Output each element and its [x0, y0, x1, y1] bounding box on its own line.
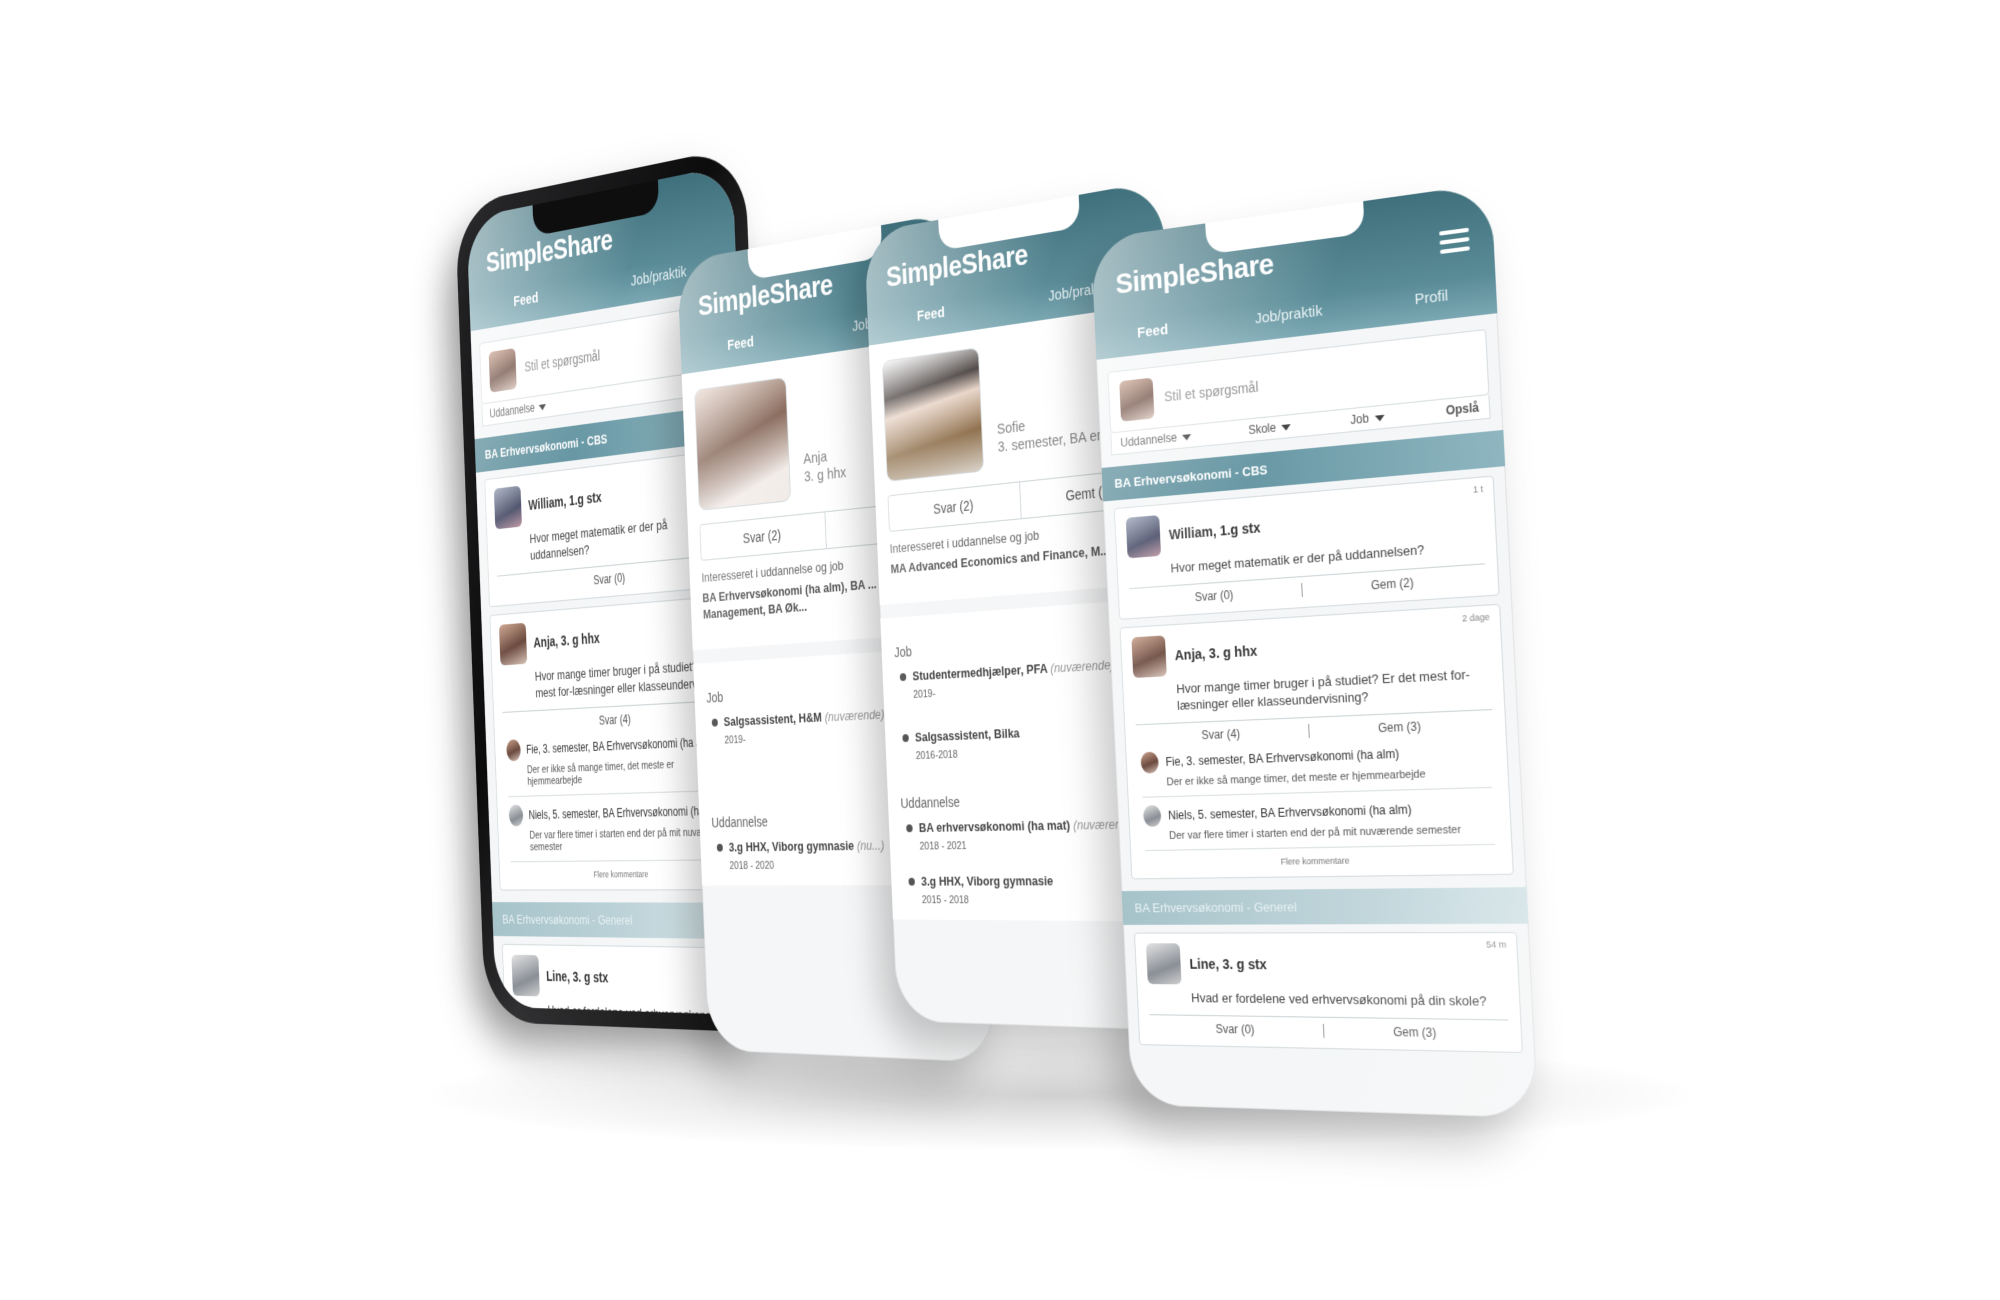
post-card: 54 m Line, 3. g stx Hvad er fordelene ve…	[1134, 932, 1523, 1053]
cv-item-note: (nu...)	[857, 837, 885, 853]
avatar	[499, 623, 527, 666]
filter-education-label: Uddannelse	[1120, 431, 1177, 450]
group-title: BA Erhvervsøkonomi - Generel	[1122, 887, 1529, 925]
comment: Fie, 3. semester, BA Erhvervsøkonomi (ha…	[1140, 739, 1492, 798]
comment-author: Fie, 3. semester, BA Erhvervsøkonomi (ha…	[526, 734, 715, 756]
chevron-down-icon	[1374, 415, 1384, 422]
filter-job-label: Job	[1350, 411, 1369, 427]
post-time: 2 dage	[1462, 612, 1490, 624]
comment-author: Fie, 3. semester, BA Erhvervsøkonomi (ha…	[1165, 746, 1399, 768]
tab-feed[interactable]: Feed	[1137, 321, 1169, 341]
avatar	[506, 739, 521, 761]
post-text: Hvad er fordelene ved erhvervsøkonomi på…	[1191, 990, 1508, 1011]
post-author: Anja, 3. g hhx	[1174, 643, 1257, 663]
chevron-down-icon	[1182, 434, 1191, 441]
tab-profile[interactable]: Profil	[1414, 287, 1448, 308]
brand-logo: SimpleShare	[1115, 248, 1275, 302]
post-actions: Svar (0) Gem (3)	[1149, 1014, 1509, 1041]
tab-feed[interactable]: Feed	[917, 304, 945, 325]
post-author: William, 1.g stx	[1169, 519, 1261, 542]
cv-item-note: (nuværende)	[824, 706, 884, 724]
filter-job[interactable]: Job	[1350, 410, 1385, 427]
chevron-down-icon	[1281, 424, 1291, 431]
tab-jobs[interactable]: Job/praktik	[1254, 302, 1322, 327]
save-button[interactable]: Gem (3)	[1322, 1023, 1509, 1041]
post-header: Line, 3. g stx	[1146, 943, 1507, 987]
post-author: Line, 3. g stx	[546, 968, 609, 985]
avatar	[494, 486, 522, 530]
mockup-stage: SimpleShare Feed Job/praktik Stil et spø…	[0, 0, 2000, 1300]
cv-item-title-text: 3.g HHX, Viborg gymnasie	[728, 838, 854, 854]
comment: Niels, 5. semester, BA Erhvervsøkonomi (…	[1143, 796, 1495, 851]
post-card: 2 dage Anja, 3. g hhx Hvor mange timer b…	[1120, 604, 1514, 879]
reply-button[interactable]: Svar (4)	[1136, 724, 1309, 745]
comment-author: Niels, 5. semester, BA Erhvervsøkonomi (…	[1168, 802, 1412, 822]
post-header: Anja, 3. g hhx	[1131, 616, 1489, 678]
avatar	[511, 954, 539, 996]
reply-button[interactable]: Svar (2)	[888, 482, 1020, 530]
avatar	[489, 348, 517, 393]
avatar	[1119, 378, 1154, 422]
comment-text: Der var flere timer i starten end der på…	[1169, 823, 1495, 842]
phone-screen: SimpleShare Feed Job/praktik Profil Stil…	[1091, 183, 1539, 1118]
ask-placeholder: Stil et spørgsmål	[1164, 379, 1259, 405]
cv-item-title-text: Salgsassistent, H&M	[723, 709, 822, 728]
cv-item-title-text: BA erhvervsøkonomi (ha mat)	[919, 817, 1071, 835]
post-author: William, 1.g stx	[528, 489, 602, 513]
chevron-down-icon	[539, 404, 546, 411]
avatar	[1146, 943, 1182, 984]
tab-feed[interactable]: Feed	[513, 289, 538, 310]
post-card: 1 t William, 1.g stx Hvor meget matemati…	[1114, 475, 1500, 619]
post-time: 54 m	[1486, 939, 1507, 949]
avatar	[509, 804, 524, 826]
more-comments-link[interactable]: Flere kommentare	[1142, 853, 1500, 868]
profile-photo	[694, 377, 791, 511]
avatar	[1131, 635, 1166, 678]
post-author: Line, 3. g stx	[1189, 956, 1267, 972]
profile-subtitle: 3. g hhx	[804, 464, 847, 487]
filter-education[interactable]: Uddannelse	[1120, 429, 1191, 450]
post-header: William, 1.g stx	[1126, 488, 1484, 558]
cv-item-title-text: Studentermedhjælper, PFA	[912, 661, 1047, 684]
reply-button[interactable]: Svar (2)	[700, 512, 825, 559]
filter-education-label: Uddannelse	[489, 401, 535, 421]
profile-name: Anja 3. g hhx	[803, 445, 847, 499]
reply-button[interactable]: Svar (0)	[1150, 1021, 1323, 1038]
comment-author: Niels, 5. semester, BA Erhvervsøkonomi (…	[528, 803, 725, 822]
tab-feed[interactable]: Feed	[727, 333, 754, 354]
save-button[interactable]: Gem (2)	[1301, 570, 1486, 597]
filter-school[interactable]: Skole	[1248, 419, 1291, 437]
post-button[interactable]: Opslå	[1445, 400, 1479, 418]
avatar	[1140, 751, 1159, 773]
cv-item-note: (nuværende)	[1050, 657, 1115, 676]
post-actions: Svar (4) Gem (3)	[1136, 709, 1494, 745]
comment-header: Niels, 5. semester, BA Erhvervsøkonomi (…	[1143, 796, 1494, 827]
post-time: 1 t	[1473, 484, 1484, 495]
reply-button[interactable]: Svar (0)	[1129, 583, 1301, 608]
phone-feed-front: SimpleShare Feed Job/praktik Profil Stil…	[1091, 183, 1539, 1118]
hamburger-menu-icon[interactable]	[1439, 228, 1470, 254]
post-author: Anja, 3. g hhx	[533, 630, 600, 651]
ask-placeholder: Stil et spørgsmål	[524, 347, 600, 374]
filter-education[interactable]: Uddannelse	[489, 399, 546, 421]
avatar	[1126, 515, 1161, 558]
save-button[interactable]: Gem (3)	[1308, 716, 1494, 738]
comment-header: Fie, 3. semester, BA Erhvervsøkonomi (ha…	[1140, 739, 1491, 773]
profile-photo	[882, 347, 984, 482]
filter-school-label: Skole	[1248, 421, 1276, 438]
avatar	[1143, 805, 1162, 827]
